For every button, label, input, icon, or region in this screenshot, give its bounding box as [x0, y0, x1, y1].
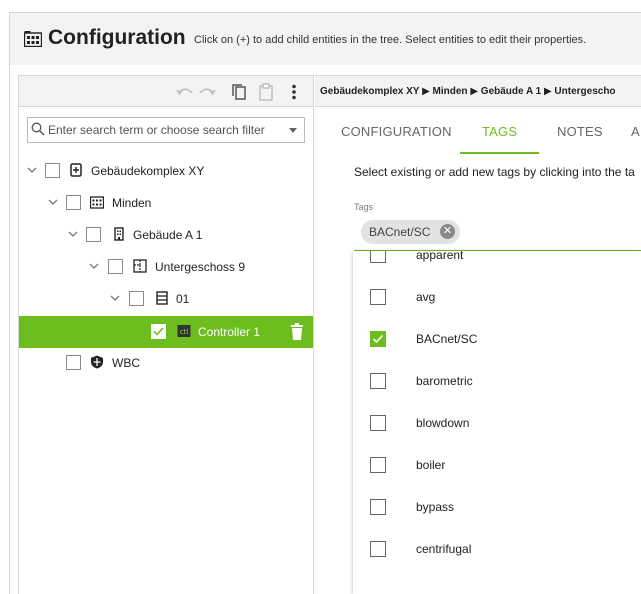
chevron-down-icon[interactable]: [48, 197, 58, 207]
tree-item-label: Controller 1: [198, 325, 261, 339]
search-input[interactable]: [48, 119, 282, 141]
option-label: barometric: [416, 374, 473, 388]
redo-icon[interactable]: [198, 83, 216, 101]
option-label: centrifugal: [416, 542, 472, 556]
svg-text:ctl: ctl: [180, 328, 189, 336]
chevron-down-icon[interactable]: [89, 261, 99, 271]
page-header: Configuration Click on (+) to add child …: [10, 13, 641, 65]
chevron-down-icon[interactable]: [68, 229, 78, 239]
page-title: Configuration: [48, 26, 186, 49]
tree-checkbox[interactable]: [45, 163, 60, 178]
tree-item-label: Gebäudekomplex XY: [91, 164, 205, 178]
tag-options-dropdown: apparent avg BACnet/SC barometric blowdo…: [353, 251, 641, 594]
trash-icon[interactable]: [290, 323, 304, 340]
tags-field-label: Tags: [354, 202, 374, 212]
tree-item-label: Gebäude A 1: [133, 228, 203, 242]
option-checkbox[interactable]: [370, 289, 386, 305]
more-vert-icon[interactable]: [285, 83, 303, 101]
undo-icon[interactable]: [176, 83, 194, 101]
tree-panel: Gebäudekomplex XY Minden Gebäude A 1 Unt…: [18, 75, 314, 594]
option-label: avg: [416, 290, 436, 304]
option-checkbox[interactable]: [370, 499, 386, 515]
header-hint: Click on (+) to add child entities in th…: [194, 34, 587, 46]
tag-option[interactable]: avg: [353, 276, 641, 318]
option-checkbox[interactable]: [370, 541, 386, 557]
configuration-icon: [24, 31, 42, 47]
option-checkbox[interactable]: [370, 373, 386, 389]
tag-chip[interactable]: BACnet/SC ✕: [361, 220, 460, 244]
tree-item-controller-1[interactable]: ctl Controller 1: [19, 316, 313, 348]
search-box: [27, 117, 305, 143]
tag-option[interactable]: blowdown: [353, 402, 641, 444]
tag-option[interactable]: centrifugal: [353, 528, 641, 570]
properties-panel: Gebäudekomplex XY ▶ Minden ▶ Gebäude A 1…: [315, 75, 641, 594]
breadcrumb: Gebäudekomplex XY ▶ Minden ▶ Gebäude A 1…: [315, 75, 641, 107]
tag-option[interactable]: boiler: [353, 444, 641, 486]
option-label: apparent: [416, 251, 464, 262]
tree-item-label: 01: [176, 292, 190, 306]
tag-option[interactable]: BACnet/SC: [353, 318, 641, 360]
tree-toolbar: [19, 75, 313, 107]
building-complex-icon: [70, 163, 82, 177]
tags-hint: Select existing or add new tags by click…: [354, 165, 635, 179]
tag-option[interactable]: apparent: [353, 251, 641, 276]
tree-item-01[interactable]: 01: [19, 283, 313, 315]
building-icon: [114, 227, 124, 241]
city-icon: [90, 196, 104, 209]
copy-icon[interactable]: [230, 83, 248, 101]
tab-configuration[interactable]: CONFIGURATION: [341, 124, 452, 139]
option-checkbox[interactable]: [370, 415, 386, 431]
tree-checkbox[interactable]: [108, 259, 123, 274]
option-label: boiler: [416, 458, 446, 472]
tab-more[interactable]: A: [631, 124, 640, 139]
check-icon: [153, 327, 164, 336]
paste-icon[interactable]: [257, 83, 275, 101]
tree-item-label: Untergeschoss 9: [155, 260, 246, 274]
chevron-down-icon[interactable]: [110, 293, 120, 303]
floor-icon: [133, 259, 147, 273]
tree-checkbox[interactable]: [66, 355, 81, 370]
tag-option[interactable]: bypass: [353, 486, 641, 528]
tab-notes[interactable]: NOTES: [557, 124, 603, 139]
tag-chip-label: BACnet/SC: [369, 225, 431, 239]
tree-item-label: Minden: [112, 196, 152, 210]
tree-checkbox[interactable]: [66, 195, 81, 210]
tree-item-gebaeudekomplex[interactable]: Gebäudekomplex XY: [19, 155, 313, 187]
tree-checkbox[interactable]: [86, 227, 101, 242]
option-label: blowdown: [416, 416, 470, 430]
option-label: BACnet/SC: [416, 332, 478, 346]
remove-tag-icon[interactable]: ✕: [440, 224, 455, 239]
option-checkbox[interactable]: [370, 457, 386, 473]
tree-checkbox-checked[interactable]: [151, 324, 166, 339]
shield-icon: [91, 355, 103, 369]
tree-item-wbc[interactable]: WBC: [19, 347, 313, 379]
tree-item-minden[interactable]: Minden: [19, 187, 313, 219]
tree-item-untergeschoss[interactable]: Untergeschoss 9: [19, 251, 313, 283]
chevron-down-icon[interactable]: [27, 165, 37, 175]
option-checkbox-checked[interactable]: [370, 331, 386, 347]
tag-option[interactable]: barometric: [353, 360, 641, 402]
option-checkbox[interactable]: [370, 251, 386, 263]
controller-icon: ctl: [177, 325, 191, 337]
tab-tags[interactable]: TAGS: [482, 124, 517, 139]
chevron-down-icon[interactable]: [289, 128, 297, 133]
check-icon: [372, 334, 384, 344]
room-icon: [156, 291, 168, 305]
search-icon: [31, 122, 45, 136]
tab-bar: CONFIGURATION TAGS NOTES A: [315, 108, 641, 154]
option-label: bypass: [416, 500, 455, 514]
tree-item-label: WBC: [112, 356, 140, 370]
active-tab-indicator: [460, 152, 539, 154]
tree-checkbox[interactable]: [129, 291, 144, 306]
tree-item-gebaeude-a1[interactable]: Gebäude A 1: [19, 219, 313, 251]
